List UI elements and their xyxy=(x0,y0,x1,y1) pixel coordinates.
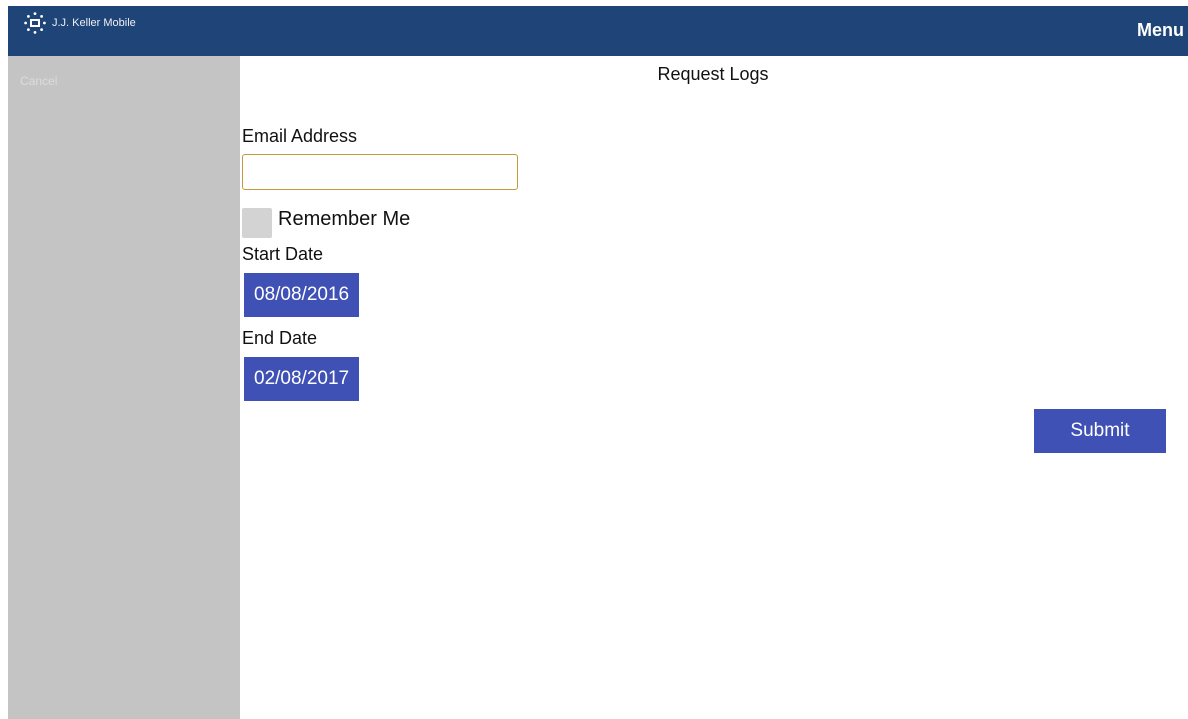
remember-me-checkbox-row[interactable]: Remember Me xyxy=(242,204,411,238)
remember-me-label: Remember Me xyxy=(278,207,411,230)
remember-me-checkbox[interactable] xyxy=(242,208,272,238)
sidebar-item-cancel[interactable]: Cancel xyxy=(20,74,57,88)
start-date-button[interactable]: 08/08/2016 xyxy=(244,273,360,317)
email-field[interactable] xyxy=(242,154,518,190)
left-edge-strip xyxy=(0,0,8,719)
page-title: Request Logs xyxy=(657,64,769,84)
app-header: J.J. Keller Mobile Menu xyxy=(8,6,1188,56)
start-date-label: Start Date xyxy=(242,244,324,264)
email-label: Email Address xyxy=(242,126,358,146)
main-content: Request Logs Email Address Remember Me S… xyxy=(240,56,1188,719)
end-date-label: End Date xyxy=(242,328,318,348)
jj-keller-logo-icon xyxy=(24,12,46,34)
menu-button[interactable]: Menu xyxy=(1137,20,1184,41)
app-name: J.J. Keller Mobile xyxy=(52,17,136,29)
app-logo: J.J. Keller Mobile xyxy=(24,12,136,34)
submit-button[interactable]: Submit xyxy=(1034,409,1166,453)
sidebar: Cancel xyxy=(8,56,240,719)
end-date-button[interactable]: 02/08/2017 xyxy=(244,357,360,401)
